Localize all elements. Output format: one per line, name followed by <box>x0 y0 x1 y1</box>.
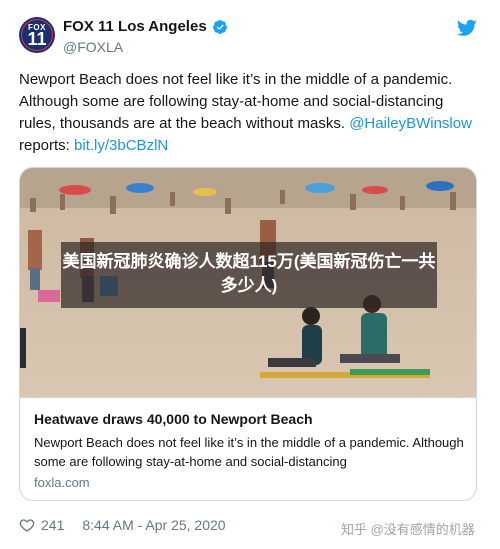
author-handle[interactable]: @FOXLA <box>63 39 123 55</box>
like-count[interactable]: 241 <box>41 517 64 533</box>
card-body[interactable]: Heatwave draws 40,000 to Newport Beach N… <box>20 397 476 500</box>
short-url-link[interactable]: bit.ly/3bCBzlN <box>74 137 168 154</box>
card-description: Newport Beach does not feel like it’s in… <box>34 435 464 469</box>
beach-photo[interactable]: 美国新冠肺炎确诊人数超115万(美国新冠伤亡一共多少人) <box>20 168 476 397</box>
avatar-logo-number: 11 <box>27 29 47 49</box>
watermark: 知乎 @没有感情的机器 <box>341 522 475 537</box>
author-name[interactable]: FOX 11 Los Angeles <box>63 18 207 35</box>
overlay-caption: 美国新冠肺炎确诊人数超115万(美国新冠伤亡一共多少人) <box>61 242 437 308</box>
author-name-row[interactable]: FOX 11 Los Angeles <box>63 18 228 35</box>
tweet-embed: FOX 11 FOX 11 Los Angeles @FOXLA Newport… <box>0 0 500 549</box>
twitter-bird-icon[interactable] <box>457 19 477 37</box>
tweet-text-part2: reports: <box>19 137 75 154</box>
mention-link[interactable]: @HaileyBWinslow <box>349 115 472 132</box>
tweet-footer: 241 8:44 AM - Apr 25, 2020 <box>19 517 226 533</box>
timestamp[interactable]: 8:44 AM - Apr 25, 2020 <box>82 517 225 533</box>
card-title[interactable]: Heatwave draws 40,000 to Newport Beach <box>34 411 313 427</box>
link-card[interactable]: 美国新冠肺炎确诊人数超115万(美国新冠伤亡一共多少人) Heatwave dr… <box>19 167 477 501</box>
avatar[interactable]: FOX 11 <box>19 17 55 53</box>
card-domain: foxla.com <box>34 475 90 490</box>
verified-badge-icon <box>212 19 227 34</box>
heart-icon[interactable] <box>19 517 35 533</box>
tweet-text: Newport Beach does not feel like it’s in… <box>19 69 481 157</box>
